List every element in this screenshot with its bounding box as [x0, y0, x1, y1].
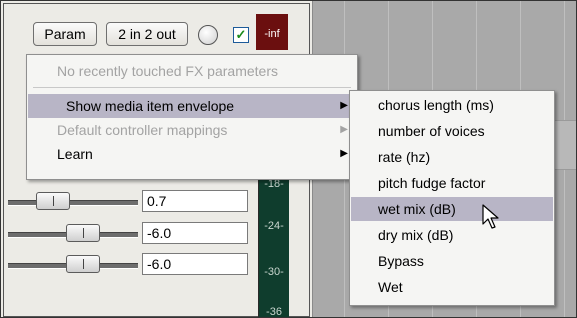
menu-item-label: Show media item envelope: [66, 98, 235, 114]
menu-item-default-controller-mappings: Default controller mappings ▶: [28, 118, 356, 142]
submenu-item-pitch-fudge-factor[interactable]: pitch fudge factor: [351, 171, 553, 195]
slider-value-field[interactable]: -6.0: [142, 253, 248, 275]
submenu-item-rate[interactable]: rate (hz): [351, 145, 553, 169]
menu-item-show-media-item-envelope[interactable]: Show media item envelope ▶: [28, 94, 356, 118]
slider-thumb[interactable]: [36, 192, 70, 210]
envelope-submenu: chorus length (ms) number of voices rate…: [349, 90, 555, 306]
param-button[interactable]: Param: [33, 22, 97, 46]
output-meter-readout: -inf: [256, 14, 288, 50]
submenu-item-chorus-length[interactable]: chorus length (ms): [351, 93, 553, 117]
meter-tick: -36: [266, 306, 282, 318]
menu-item-learn[interactable]: Learn ▶: [28, 142, 356, 166]
submenu-item-wet-mix[interactable]: wet mix (dB): [351, 197, 553, 221]
bypass-checkbox[interactable]: ✓: [233, 27, 249, 43]
menu-item-label: Learn: [57, 146, 93, 162]
io-routing-button[interactable]: 2 in 2 out: [106, 22, 188, 46]
param-context-menu: No recently touched FX parameters Show m…: [26, 54, 358, 180]
meter-tick: -30-: [264, 266, 284, 278]
submenu-item-bypass[interactable]: Bypass: [351, 249, 553, 273]
slider-track[interactable]: [8, 200, 138, 206]
slider-value-field[interactable]: -6.0: [142, 222, 248, 244]
menu-separator: [33, 87, 351, 88]
menu-item-no-recent: No recently touched FX parameters: [57, 63, 278, 79]
meter-tick: -24-: [264, 220, 284, 232]
submenu-arrow-icon: ▶: [340, 124, 348, 135]
submenu-item-dry-mix[interactable]: dry mix (dB): [351, 223, 553, 247]
submenu-arrow-icon: ▶: [340, 100, 348, 111]
submenu-arrow-icon: ▶: [340, 148, 348, 159]
slider-thumb[interactable]: [66, 255, 100, 273]
slider-value-field[interactable]: 0.7: [142, 190, 248, 212]
submenu-item-wet[interactable]: Wet: [351, 275, 553, 299]
submenu-item-number-of-voices[interactable]: number of voices: [351, 119, 553, 143]
slider-thumb[interactable]: [66, 224, 100, 242]
wet-knob-icon[interactable]: [198, 25, 218, 45]
menu-item-label: Default controller mappings: [57, 122, 228, 138]
